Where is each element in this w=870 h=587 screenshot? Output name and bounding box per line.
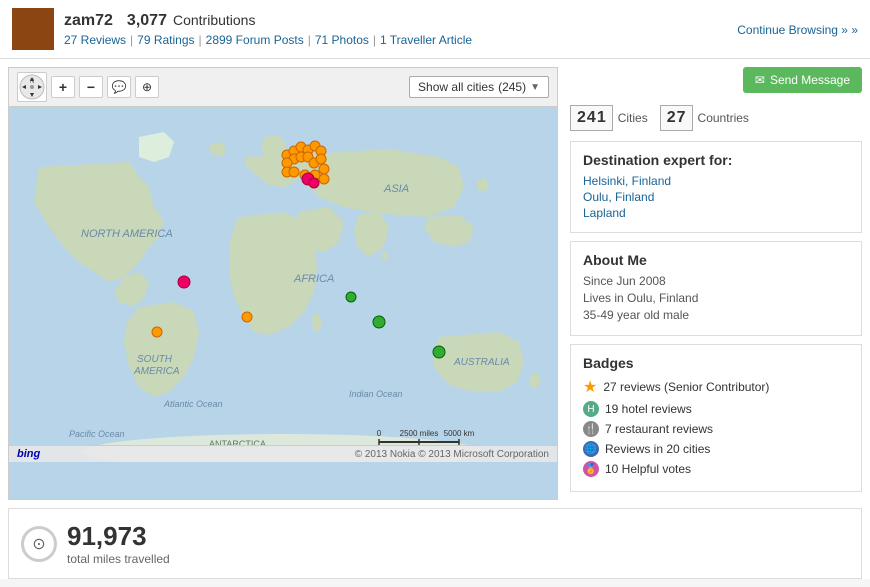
map-toolbar: N + − 💬 ⊕ Show all cities — [9, 68, 557, 107]
svg-text:2500 miles: 2500 miles — [400, 429, 439, 438]
miles-section: ⊙ 91,973 total miles travelled — [8, 508, 862, 579]
lives-text: Lives in Oulu, Finland — [583, 291, 849, 305]
about-me-title: About Me — [583, 252, 849, 268]
pin-south-america[interactable] — [152, 327, 162, 337]
pin-middle-east[interactable] — [346, 292, 356, 302]
about-me-section: About Me Since Jun 2008 Lives in Oulu, F… — [570, 241, 862, 336]
badge-restaurant-text: 7 restaurant reviews — [605, 422, 713, 436]
map-copyright: © 2013 Nokia © 2013 Microsoft Corporatio… — [355, 449, 549, 460]
send-message-label: Send Message — [770, 73, 850, 87]
city-icon: 🌐 — [583, 441, 599, 457]
restaurant-icon: 🍴 — [583, 421, 599, 437]
header-right: Continue Browsing » — [737, 22, 858, 37]
country-digit-1: 2 — [667, 109, 676, 127]
svg-text:0: 0 — [377, 429, 382, 438]
dest-lapland[interactable]: Lapland — [583, 206, 849, 220]
header-info: zam72 3,077 Contributions 27 Reviews | 7… — [64, 12, 472, 47]
page-wrapper: zam72 3,077 Contributions 27 Reviews | 7… — [0, 0, 870, 579]
map-zoom-out[interactable]: − — [79, 76, 103, 98]
stat-photos[interactable]: 71 Photos — [315, 33, 369, 47]
pin-sea2[interactable] — [433, 346, 445, 358]
stats-row: 2 4 1 Cities 2 7 Countries — [570, 105, 862, 131]
map-area[interactable]: NORTH AMERICA SOUTH AMERICA AFRICA ASIA … — [9, 107, 557, 462]
username: zam72 — [64, 12, 113, 30]
pin-north-america[interactable] — [178, 276, 190, 288]
stat-ratings[interactable]: 79 Ratings — [137, 33, 194, 47]
dest-helsinki[interactable]: Helsinki, Finland — [583, 174, 849, 188]
show-cities-button[interactable]: Show all cities (245) ▼ — [409, 76, 549, 98]
countries-label: Countries — [698, 111, 749, 125]
star-icon: ★ — [583, 377, 597, 397]
show-cities-label: Show all cities — [418, 80, 494, 94]
send-message-button[interactable]: Send Message — [743, 67, 862, 93]
header: zam72 3,077 Contributions 27 Reviews | 7… — [0, 0, 870, 59]
speedometer-icon: ⊙ — [21, 526, 57, 562]
svg-text:Atlantic Ocean: Atlantic Ocean — [163, 399, 223, 409]
destination-expert-title: Destination expert for: — [583, 152, 849, 168]
country-digit-2: 7 — [677, 109, 686, 127]
badge-helpful-text: 10 Helpful votes — [605, 462, 691, 476]
show-cities-count: (245) — [498, 80, 526, 94]
pin-west-africa[interactable] — [242, 312, 252, 322]
svg-text:ASIA: ASIA — [383, 183, 409, 195]
pin-sea[interactable] — [373, 316, 385, 328]
countries-stat-box: 2 7 — [660, 105, 693, 131]
badge-hotel: H 19 hotel reviews — [583, 401, 849, 417]
svg-text:Pacific Ocean: Pacific Ocean — [69, 429, 125, 439]
badge-restaurant: 🍴 7 restaurant reviews — [583, 421, 849, 437]
badge-hotel-text: 19 hotel reviews — [605, 402, 692, 416]
svg-text:AUSTRALIA: AUSTRALIA — [453, 357, 510, 368]
contributions-label: Contributions — [173, 12, 256, 28]
bing-logo: bing — [17, 448, 40, 460]
stat-forum[interactable]: 2899 Forum Posts — [206, 33, 304, 47]
badges-section: Badges ★ 27 reviews (Senior Contributor)… — [570, 344, 862, 492]
map-section: N + − 💬 ⊕ Show all cities — [8, 67, 558, 500]
map-controls-left: N + − 💬 ⊕ — [17, 72, 159, 102]
contributions-count: 3,077 — [127, 12, 167, 30]
cities-label: Cities — [618, 111, 648, 125]
cities-stat-box: 2 4 1 — [570, 105, 613, 131]
badge-reviews: ★ 27 reviews (Senior Contributor) — [583, 377, 849, 397]
miles-label: total miles travelled — [67, 552, 170, 566]
svg-text:5000 km: 5000 km — [444, 429, 475, 438]
map-comment[interactable]: 💬 — [107, 76, 131, 98]
city-digit-3: 1 — [597, 109, 606, 127]
world-map-svg: NORTH AMERICA SOUTH AMERICA AFRICA ASIA … — [9, 107, 557, 462]
right-sidebar: Send Message 2 4 1 Cities 2 7 — [566, 59, 870, 508]
svg-text:AFRICA: AFRICA — [293, 273, 334, 285]
city-digit-1: 2 — [577, 109, 586, 127]
svg-text:SOUTH: SOUTH — [137, 354, 173, 365]
main-content: N + − 💬 ⊕ Show all cities — [0, 59, 870, 508]
since-text: Since Jun 2008 — [583, 274, 849, 288]
badges-title: Badges — [583, 355, 849, 371]
age-text: 35-49 year old male — [583, 308, 849, 322]
badge-reviews-text: 27 reviews (Senior Contributor) — [603, 380, 769, 394]
stat-articles[interactable]: 1 Traveller Article — [380, 33, 472, 47]
svg-text:Indian Ocean: Indian Ocean — [349, 389, 403, 399]
svg-text:AMERICA: AMERICA — [133, 366, 180, 377]
dest-oulu[interactable]: Oulu, Finland — [583, 190, 849, 204]
avatar — [12, 8, 54, 50]
badge-cities: 🌐 Reviews in 20 cities — [583, 441, 849, 457]
miles-number: 91,973 — [67, 521, 170, 552]
map-layers[interactable]: ⊕ — [135, 76, 159, 98]
miles-info: 91,973 total miles travelled — [67, 521, 170, 566]
ribbon-icon: 🏅 — [583, 461, 599, 477]
svg-text:NORTH AMERICA: NORTH AMERICA — [81, 228, 173, 240]
badge-cities-text: Reviews in 20 cities — [605, 442, 710, 456]
hotel-icon: H — [583, 401, 599, 417]
stat-reviews[interactable]: 27 Reviews — [64, 33, 126, 47]
city-digit-2: 4 — [587, 109, 596, 127]
continue-browsing-link[interactable]: Continue Browsing » — [737, 23, 858, 37]
map-zoom-in[interactable]: + — [51, 76, 75, 98]
header-stats: 27 Reviews | 79 Ratings | 2899 Forum Pos… — [64, 33, 472, 47]
dropdown-arrow-icon: ▼ — [530, 82, 540, 93]
badge-helpful: 🏅 10 Helpful votes — [583, 461, 849, 477]
destination-expert-section: Destination expert for: Helsinki, Finlan… — [570, 141, 862, 233]
map-nav-control[interactable]: N — [17, 72, 47, 102]
